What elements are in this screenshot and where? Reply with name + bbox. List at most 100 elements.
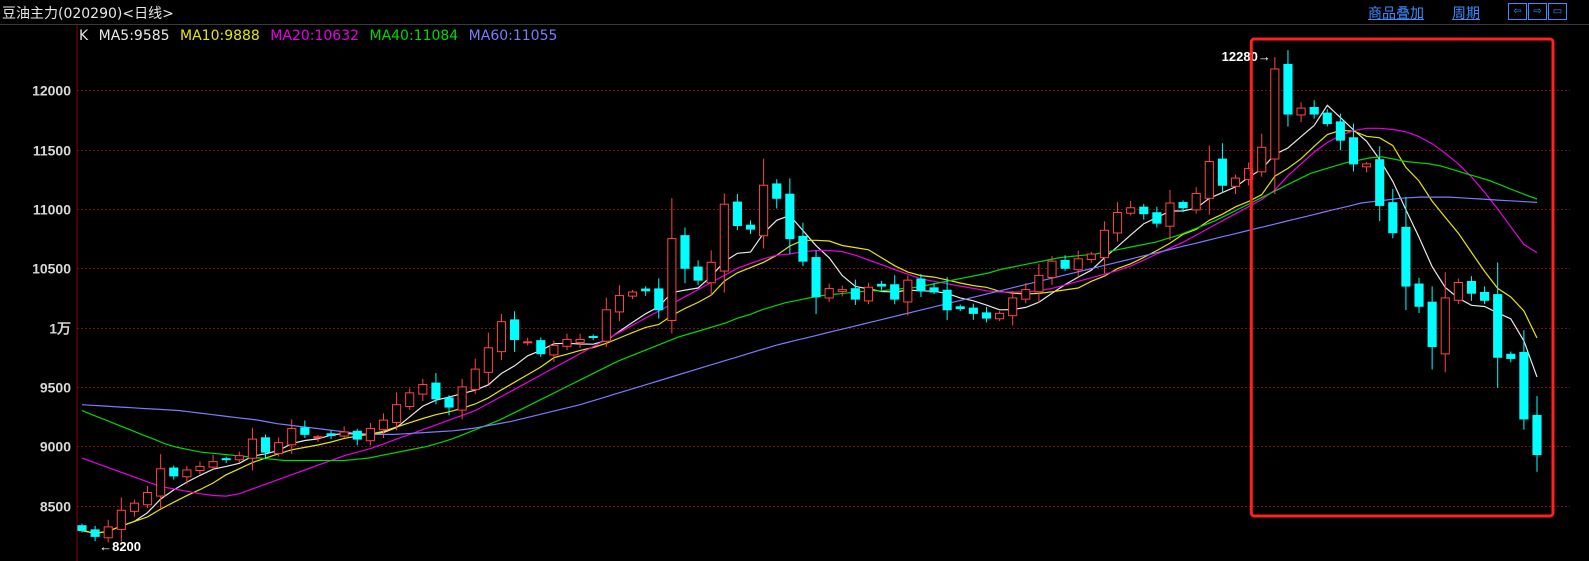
candle-body-down	[745, 224, 756, 230]
candle-body-up	[195, 465, 205, 471]
candle-body-down	[929, 287, 939, 293]
low-price-annotation: ←8200	[99, 539, 141, 554]
y-tick-label: 8500	[40, 499, 71, 515]
candle-body-down	[1060, 259, 1070, 269]
candle-body-down	[169, 467, 179, 477]
arrow-right-icon[interactable]: ⇨	[1528, 3, 1547, 20]
candle-body-up	[287, 427, 297, 446]
candle-body-up	[1191, 193, 1201, 211]
candle-body-up	[142, 491, 153, 506]
candle-body-down	[221, 458, 231, 461]
candle-body-up	[378, 419, 389, 431]
candle-body-down	[1532, 414, 1542, 456]
chart-title: 豆油主力(020290)<日线>	[2, 6, 174, 22]
candle-body-up	[313, 436, 323, 439]
window-icon[interactable]: ▭	[1548, 3, 1567, 20]
candle-body-up	[470, 368, 480, 391]
window-controls: ⇦ ⇨ ▭	[1508, 3, 1567, 20]
candle-body-down	[588, 335, 598, 338]
candle-body-up	[339, 431, 349, 437]
candle-body-up	[614, 295, 624, 313]
candle-body-down	[77, 525, 87, 531]
candle-body-down	[431, 382, 441, 400]
candle-body-down	[968, 307, 978, 314]
candle-body-down	[1217, 158, 1227, 186]
candle-body-up	[156, 468, 166, 497]
candle-body-up	[274, 442, 284, 455]
title-bar: 豆油主力(020290)<日线> 商品叠加 周期 ⇦ ⇨ ▭	[0, 0, 1589, 25]
candle-body-up	[549, 344, 559, 356]
candle-body-down	[1348, 137, 1359, 165]
candlestick-chart[interactable]: 8500 9000 9500 1万 10500 11000 11500 12000 12280…	[0, 25, 1589, 561]
candle-body-down	[785, 193, 795, 240]
candle-body-down	[680, 235, 690, 269]
candle-body-up	[1086, 253, 1096, 260]
candle-body-up	[667, 238, 677, 321]
candle-body-down	[811, 257, 821, 298]
candle-body-up	[601, 309, 611, 342]
candle-body-down	[1139, 206, 1149, 215]
candle-body-up	[496, 321, 507, 353]
candle-body-up	[903, 279, 913, 303]
candle-body-up	[1440, 297, 1450, 355]
y-tick-label: 11000	[33, 202, 71, 218]
arrow-left-icon[interactable]: ⇦	[1508, 3, 1527, 20]
candle-body-down	[1335, 121, 1345, 141]
candle-body-up	[706, 261, 716, 284]
grid-lines	[77, 90, 1570, 507]
candle-body-down	[942, 289, 952, 311]
candle-body-up	[1008, 297, 1018, 317]
candle-body-up	[995, 312, 1005, 320]
candle-body-up	[1270, 68, 1280, 160]
candle-body-up	[405, 392, 415, 407]
candle-body-down	[1427, 301, 1437, 348]
candle-body-up	[1034, 274, 1044, 293]
candle-body-down	[654, 288, 664, 311]
candle-body-up	[523, 341, 533, 344]
candle-body-down	[326, 433, 336, 437]
candle-body-down	[850, 288, 860, 300]
candle-body-up	[1204, 161, 1214, 199]
overlay-commodity-link[interactable]: 商品叠加	[1368, 3, 1424, 23]
series-line-ma5	[81, 104, 1538, 535]
candle-body-up	[1126, 207, 1136, 214]
candle-body-down	[1506, 353, 1516, 359]
moving-average-lines	[81, 104, 1538, 535]
candle-body-up	[863, 286, 874, 302]
candle-body-down	[1493, 294, 1503, 358]
series-line-ma10	[81, 129, 1538, 535]
candle-body-down	[641, 288, 651, 292]
candle-body-up	[483, 347, 493, 373]
candle-body-down	[90, 529, 100, 537]
candle-body-up	[1112, 212, 1123, 234]
y-tick-label: 10500	[32, 261, 71, 277]
candle-body-down	[1466, 280, 1477, 294]
candle-body-up	[719, 203, 729, 272]
candle-body-down	[1283, 63, 1293, 115]
price-annotations: 12280→ ←8200	[99, 49, 1271, 554]
candle-body-up	[1296, 107, 1306, 116]
candle-body-down	[1322, 112, 1332, 125]
candle-body-up	[627, 291, 638, 297]
candle-body-down	[772, 183, 782, 199]
candle-body-up	[1165, 202, 1175, 227]
candle-body-down	[877, 283, 887, 287]
candle-body-up	[759, 184, 769, 237]
y-tick-label: 9500	[40, 380, 71, 396]
period-link[interactable]: 周期	[1452, 3, 1480, 23]
series-line-ma40	[81, 156, 1538, 462]
candle-body-down	[300, 427, 310, 435]
candle-body-down	[732, 201, 742, 227]
candle-body-down	[1309, 107, 1319, 115]
candle-body-down	[510, 319, 520, 340]
candle-body-up	[103, 526, 113, 539]
candle-body-up	[129, 502, 139, 512]
candle-body-up	[418, 384, 428, 395]
candle-body-down	[352, 430, 362, 440]
candle-body-down	[1414, 283, 1424, 307]
candle-body-down	[444, 397, 454, 408]
candle-body-up	[824, 287, 834, 299]
candle-body-up	[1453, 282, 1463, 301]
candle-body-up	[1099, 229, 1109, 259]
candle-body-up	[247, 438, 257, 459]
